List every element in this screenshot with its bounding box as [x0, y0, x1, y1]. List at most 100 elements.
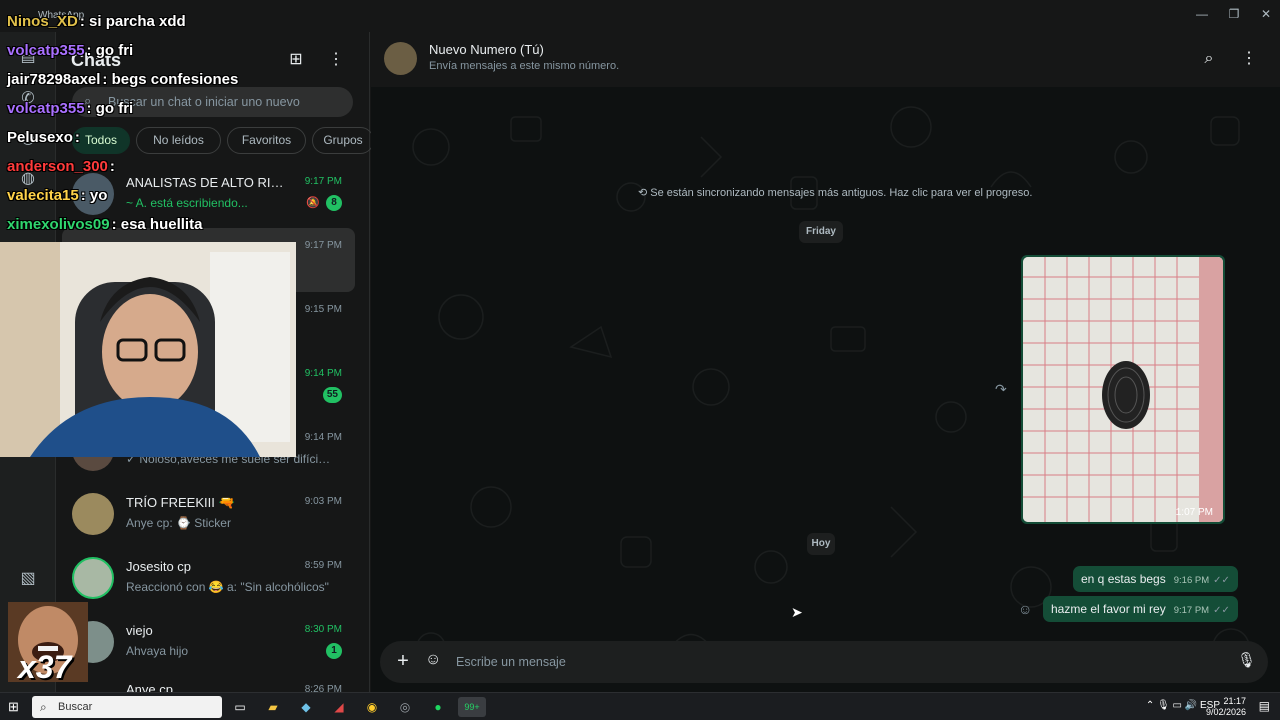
avatar: [72, 557, 114, 599]
chat-username: ximexolivos09: [7, 216, 110, 233]
task-view-icon[interactable]: ▭: [229, 697, 251, 717]
filter-unread[interactable]: No leídos: [136, 127, 221, 154]
chat-text: : yo: [80, 187, 108, 204]
maximize-button[interactable]: ❐: [1219, 4, 1249, 24]
message-text: hazme el favor mi rey: [1051, 602, 1166, 616]
chat-time: 9:17 PM: [304, 240, 342, 251]
search-icon[interactable]: ⌕: [1198, 48, 1220, 70]
chat-username: jair78298axel: [7, 71, 101, 88]
outgoing-message[interactable]: en q estas begs 9:16 PM ✓✓: [1073, 566, 1238, 592]
stream-chat-message: ximexolivos09: esa huellita: [7, 216, 202, 233]
chat-time: 9:14 PM: [304, 368, 342, 379]
filter-favorites[interactable]: Favoritos: [227, 127, 306, 154]
chat-name: ANALISTAS DE ALTO RIESG...: [126, 175, 291, 190]
clock-time: 21:17: [1223, 696, 1246, 706]
new-chat-icon[interactable]: ⊞: [284, 48, 308, 72]
fingerprint-photo: [1023, 257, 1223, 522]
contact-avatar[interactable]: [384, 42, 417, 75]
streamer-webcam: [0, 242, 296, 457]
message-time: 9:17 PM: [1173, 605, 1210, 616]
emote-overlay: x37: [8, 602, 88, 682]
chat-time: 8:59 PM: [304, 560, 342, 571]
emote-counter: x37: [18, 649, 72, 682]
chat-username: valecita15: [7, 187, 79, 204]
chat-text: : si parcha xdd: [79, 13, 186, 30]
chat-preview: Ahvaya hijo: [126, 644, 189, 658]
chat-preview: ~ A. está escribiendo...: [126, 196, 248, 210]
muted-icon: 🔕: [306, 197, 320, 209]
chat-item[interactable]: Josesito cp 8:59 PM Reaccionó con 😂 a: "…: [56, 548, 370, 612]
conversation-header: Nuevo Numero (Tú) Envía mensajes a este …: [371, 32, 1280, 87]
avatar: [72, 493, 114, 535]
whatsapp-badge: 99+: [464, 702, 480, 712]
chat-text: :: [74, 129, 80, 146]
chat-username: anderson_300: [7, 158, 108, 175]
chat-item[interactable]: TRÍO FREEKIII 🔫 9:03 PM Anye cp: ⌚ Stick…: [56, 484, 370, 548]
day-separator: Hoy: [807, 533, 835, 555]
react-emoji-icon[interactable]: ☺: [1018, 601, 1032, 617]
media-icon[interactable]: ▧: [17, 568, 39, 590]
fingerprint-image: [1023, 257, 1223, 522]
chat-text: :: [109, 158, 115, 175]
microphone-icon[interactable]: 🎙: [1237, 651, 1256, 669]
app-icon[interactable]: ◢: [328, 697, 350, 717]
menu-icon[interactable]: ⋮: [1238, 48, 1260, 70]
chat-name: viejo: [126, 623, 153, 638]
search-icon: ⌕: [40, 700, 47, 714]
windows-start-icon[interactable]: ⊞: [8, 699, 19, 715]
chrome-icon[interactable]: ◉: [361, 697, 383, 717]
minimize-button[interactable]: —: [1187, 4, 1217, 24]
chat-time: 8:30 PM: [304, 624, 342, 635]
chat-time: 8:26 PM: [304, 684, 342, 692]
stream-chat-message: jair78298axel: begs confesiones: [7, 71, 238, 88]
chat-time: 9:17 PM: [304, 176, 342, 187]
clock[interactable]: 21:17 9/02/2026: [1206, 696, 1246, 718]
stream-chat-message: volcatp355: go fri: [7, 100, 133, 117]
chat-name: TRÍO FREEKIII 🔫: [126, 495, 235, 510]
close-button[interactable]: ✕: [1251, 4, 1280, 24]
chat-item[interactable]: Anye cp 8:26 PM: [56, 676, 370, 692]
attach-plus-icon[interactable]: +: [392, 650, 414, 672]
sticker-icon[interactable]: ☺: [425, 651, 441, 669]
file-explorer-icon[interactable]: ▰: [262, 697, 284, 717]
chat-item[interactable]: viejo 8:30 PM Ahvaya hijo 1: [56, 612, 370, 676]
search-input[interactable]: [108, 87, 348, 117]
obs-icon[interactable]: ◎: [394, 697, 416, 717]
sync-notice[interactable]: ⟲ Se están sincronizando mensajes más an…: [638, 186, 1032, 199]
message-text: en q estas begs: [1081, 572, 1166, 586]
filter-all[interactable]: Todos: [72, 127, 130, 154]
stream-chat-message: anderson_300:: [7, 158, 115, 175]
contact-name[interactable]: Nuevo Numero (Tú): [429, 42, 544, 57]
chat-name: Josesito cp: [126, 559, 192, 574]
spotify-icon[interactable]: ●: [427, 697, 449, 717]
notification-icon[interactable]: ▤: [1259, 699, 1270, 713]
taskbar-search[interactable]: ⌕ Buscar: [32, 696, 222, 718]
read-ticks-icon: ✓✓: [1213, 605, 1230, 616]
chat-text: : go fri: [86, 100, 134, 117]
forward-icon[interactable]: ↷: [995, 381, 1007, 398]
unread-badge: 55: [322, 387, 342, 403]
unread-badge: 1: [326, 643, 342, 659]
app-icon[interactable]: ◆: [295, 697, 317, 717]
image-message[interactable]: 1:07 PM: [1021, 255, 1225, 524]
chat-name: Anye cp: [126, 682, 173, 692]
outgoing-message[interactable]: hazme el favor mi rey 9:17 PM ✓✓: [1043, 596, 1238, 622]
whatsapp-taskbar-icon[interactable]: 99+: [458, 697, 486, 717]
chat-username: volcatp355: [7, 42, 85, 59]
stream-chat-message: Pelusexo:: [7, 129, 80, 146]
chat-time: 9:14 PM: [304, 432, 342, 443]
menu-icon[interactable]: ⋮: [324, 48, 348, 72]
chat-username: Ninos_XD: [7, 13, 78, 30]
unread-badge: 8: [326, 195, 342, 211]
webcam-overlay: [0, 242, 296, 457]
filter-groups[interactable]: Grupos: [312, 127, 374, 154]
conversation-panel: Nuevo Numero (Tú) Envía mensajes a este …: [371, 32, 1280, 692]
chat-text: : go fri: [86, 42, 134, 59]
message-input[interactable]: [456, 641, 1216, 683]
stream-chat-message: valecita15: yo: [7, 187, 107, 204]
taskbar-search-label: Buscar: [58, 701, 93, 713]
read-ticks-icon: ✓✓: [1213, 575, 1230, 586]
taskbar: ⊞ ⌕ Buscar ▭ ▰ ◆ ◢ ◉ ◎ ● 99+ ⌃ 🎙 ▭ 🔊 ESP…: [0, 692, 1280, 720]
contact-subtitle: Envía mensajes a este mismo número.: [429, 60, 620, 72]
chat-time: 9:03 PM: [304, 496, 342, 507]
